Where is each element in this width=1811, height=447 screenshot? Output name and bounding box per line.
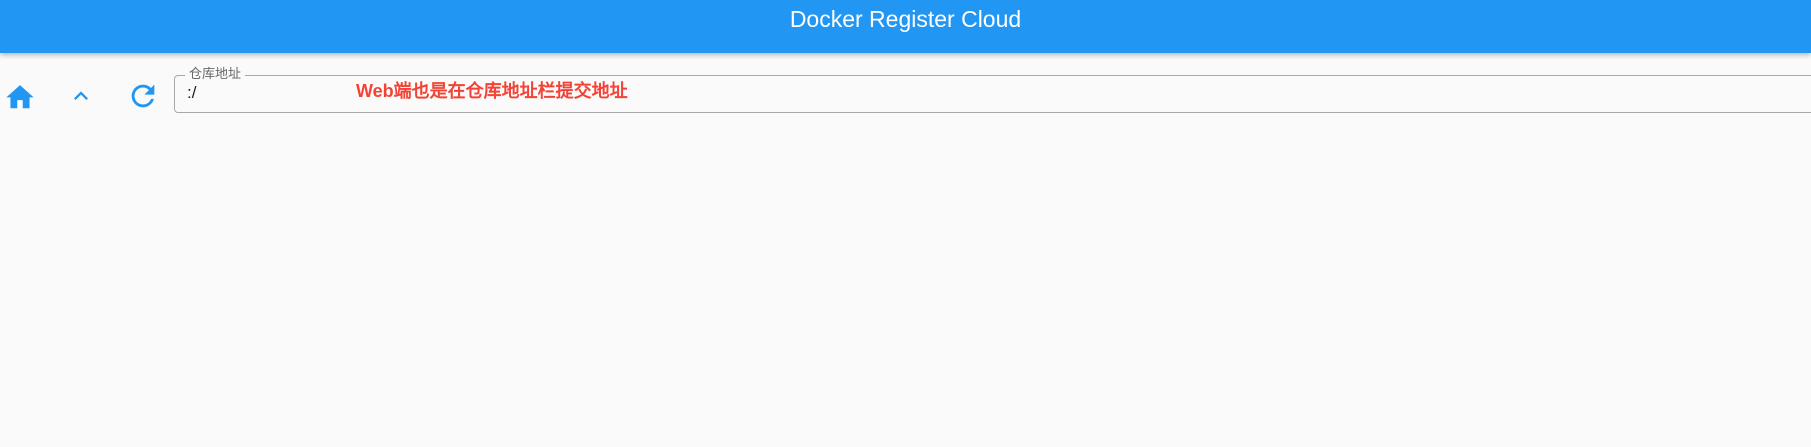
repository-address-value[interactable]: :/ bbox=[187, 83, 196, 103]
refresh-button[interactable] bbox=[125, 78, 161, 114]
home-button[interactable] bbox=[2, 78, 38, 114]
up-button[interactable] bbox=[63, 78, 99, 114]
home-icon bbox=[6, 85, 34, 109]
repository-address-label: 仓库地址 bbox=[185, 67, 246, 81]
app-title: Docker Register Cloud bbox=[789, 6, 1022, 32]
app-bar: Docker Register Cloud bbox=[0, 0, 1811, 53]
chevron-up-icon bbox=[74, 91, 88, 100]
refresh-icon bbox=[131, 84, 155, 108]
annotation-text: Web端也是在仓库地址栏提交地址 bbox=[356, 81, 628, 101]
